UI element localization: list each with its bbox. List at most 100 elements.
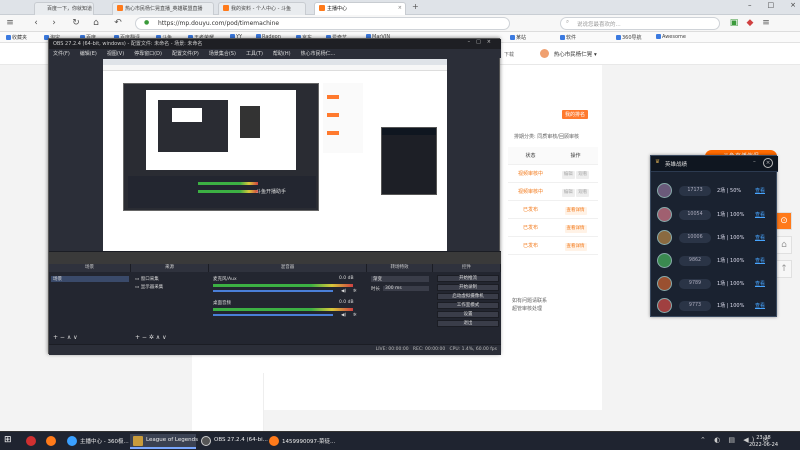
app-icon[interactable] bbox=[26, 436, 36, 446]
preview-mark bbox=[327, 95, 339, 99]
side-card bbox=[192, 373, 264, 433]
close-icon[interactable]: × bbox=[763, 158, 773, 168]
mixer-db: 0.0 dB bbox=[339, 300, 354, 305]
taskbar-item[interactable]: 1459990097-菜徒... bbox=[266, 434, 335, 449]
float-side-button[interactable]: ⌂ bbox=[776, 236, 792, 254]
watch-button[interactable]: 观看 bbox=[576, 189, 590, 197]
source-item[interactable]: ▭ 显示器采集 bbox=[135, 284, 163, 290]
system-clock[interactable]: 23:38 2022-06-24 bbox=[749, 435, 778, 448]
exit-button[interactable]: 退出 bbox=[437, 320, 499, 327]
add-scene-icon[interactable]: + − ∧ ∨ bbox=[53, 334, 78, 341]
browser-tab-active[interactable]: 主播中心 × bbox=[314, 2, 406, 15]
edit-button[interactable]: 编辑 bbox=[561, 189, 575, 197]
taskbar-item[interactable]: 主播中心 - 360极... bbox=[64, 434, 129, 449]
forward-icon[interactable]: › bbox=[48, 17, 60, 29]
menu-item[interactable]: 场景集合(S) bbox=[209, 51, 236, 57]
details-button[interactable]: 查看详情 bbox=[564, 225, 587, 233]
table-row: 已发布 查看详情 bbox=[508, 237, 598, 255]
view-link[interactable]: 查看 bbox=[755, 211, 765, 218]
edit-button[interactable]: 编辑 bbox=[561, 171, 575, 179]
menu-item[interactable]: 视图(V) bbox=[107, 51, 124, 57]
float-side-button[interactable]: ⊙ bbox=[776, 212, 792, 230]
app-icon[interactable] bbox=[46, 436, 56, 446]
download-link[interactable]: 下载 bbox=[504, 51, 514, 58]
back-icon[interactable]: ‹ bbox=[30, 17, 42, 29]
dock-header-scenes: 场景 bbox=[49, 264, 131, 272]
preview-nested-obs: 斗鱼开播助手 bbox=[123, 83, 319, 211]
browser-tab[interactable]: 百度一下，你就知道 bbox=[34, 2, 94, 15]
obs-preview[interactable]: 斗鱼开播助手 bbox=[103, 59, 447, 251]
extension-icon[interactable]: ▣ bbox=[728, 17, 740, 29]
address-bar[interactable]: ● https://mp.douyu.com/pod/timemachine bbox=[135, 17, 510, 30]
search-input[interactable]: ⌕ 说说您最喜欢的... bbox=[560, 17, 720, 30]
virtual-camera-button[interactable]: 启动虚拟摄像机 bbox=[437, 293, 499, 300]
speaker-icon[interactable]: ◀) bbox=[341, 313, 346, 318]
menu-item[interactable]: 热心市民杨仁... bbox=[301, 51, 336, 57]
view-link[interactable]: 查看 bbox=[755, 280, 765, 287]
float-side-button[interactable]: ↑ bbox=[776, 260, 792, 278]
close-icon[interactable]: × bbox=[790, 1, 796, 13]
undo-icon[interactable]: ↶ bbox=[112, 17, 124, 29]
settings-icon[interactable]: ≡ bbox=[760, 17, 772, 29]
menu-item[interactable]: 帮助(H) bbox=[273, 51, 291, 57]
avatar bbox=[657, 276, 672, 291]
watch-button[interactable]: 观看 bbox=[576, 171, 590, 179]
maximize-icon[interactable]: □ bbox=[768, 1, 775, 13]
duration-input[interactable]: 300 ms bbox=[383, 286, 429, 291]
menu-icon[interactable]: ≡ bbox=[4, 17, 16, 29]
menu-item[interactable]: 工具(T) bbox=[246, 51, 263, 57]
view-link[interactable]: 查看 bbox=[755, 187, 765, 194]
bookmark-item[interactable]: 软件 bbox=[560, 34, 576, 41]
speaker-icon[interactable]: ◀) bbox=[341, 289, 346, 294]
reload-icon[interactable]: ↻ bbox=[70, 17, 82, 29]
menu-item[interactable]: 配置文件(P) bbox=[172, 51, 199, 57]
volume-slider[interactable] bbox=[213, 314, 333, 316]
avatar bbox=[657, 253, 672, 268]
obs-window: OBS 27.2.4 (64-bit, windows) - 配置文件: 未命名… bbox=[48, 38, 501, 355]
obs-icon bbox=[201, 436, 211, 446]
trophy-icon: ♛ bbox=[655, 159, 660, 165]
gear-icon[interactable]: ✲ bbox=[353, 289, 357, 294]
volume-slider[interactable] bbox=[213, 290, 333, 292]
obs-window-controls[interactable]: –□× bbox=[468, 39, 497, 45]
bookmark-item[interactable]: 收藏夹 bbox=[6, 34, 27, 41]
bookmark-icon bbox=[560, 35, 565, 40]
bookmark-item[interactable]: Awesome bbox=[656, 34, 686, 40]
details-button[interactable]: 查看详情 bbox=[564, 207, 587, 215]
search-icon: ⌕ bbox=[566, 19, 570, 25]
scene-item[interactable]: 场景 bbox=[51, 276, 129, 282]
bookmark-item[interactable]: 360导航 bbox=[616, 34, 642, 41]
source-item[interactable]: ▭ 窗口采集 bbox=[135, 276, 159, 282]
mixer-channel-label: 麦克风/Aux bbox=[213, 277, 237, 282]
taskbar-item-active[interactable]: League of Legends bbox=[130, 434, 198, 449]
extension-icon[interactable]: ◆ bbox=[744, 17, 756, 29]
menu-item[interactable]: 停靠窗口(D) bbox=[134, 51, 162, 57]
start-streaming-button[interactable]: 开始推流 bbox=[437, 275, 499, 282]
minimize-icon[interactable]: – bbox=[753, 159, 756, 165]
browser-tab[interactable]: 我的资料 - 个人中心 - 斗鱼 bbox=[218, 2, 306, 15]
gear-icon[interactable]: ✲ bbox=[353, 313, 357, 318]
studio-mode-button[interactable]: 工作室模式 bbox=[437, 302, 499, 309]
audio-meter bbox=[213, 308, 353, 311]
details-button[interactable]: 查看详情 bbox=[564, 243, 587, 251]
start-recording-button[interactable]: 开始录制 bbox=[437, 284, 499, 291]
obs-title-bar: OBS 27.2.4 (64-bit, windows) - 配置文件: 未命名… bbox=[49, 39, 501, 49]
close-tab-icon[interactable]: × bbox=[398, 5, 402, 11]
settings-button[interactable]: 设置 bbox=[437, 311, 499, 318]
view-link[interactable]: 查看 bbox=[755, 302, 765, 309]
my-rank-button[interactable]: 我的排名 bbox=[562, 110, 589, 119]
view-link[interactable]: 查看 bbox=[755, 234, 765, 241]
add-source-icon[interactable]: + − ✲ ∧ ∨ bbox=[135, 334, 167, 341]
new-tab-icon[interactable]: + bbox=[412, 2, 419, 11]
taskbar-item[interactable]: OBS 27.2.4 (64-bi... bbox=[198, 434, 268, 449]
browser-tab[interactable]: 热心市民杨仁晃直播_英雄联盟直播 bbox=[112, 2, 214, 15]
menu-item[interactable]: 文件(F) bbox=[53, 51, 70, 57]
transition-select[interactable]: 渐变 bbox=[371, 276, 429, 282]
user-menu[interactable]: 热心市民杨仁晃 ▾ bbox=[540, 49, 597, 58]
view-link[interactable]: 查看 bbox=[755, 257, 765, 264]
menu-item[interactable]: 编辑(E) bbox=[80, 51, 97, 57]
home-icon[interactable]: ⌂ bbox=[90, 17, 102, 29]
start-icon[interactable]: ⊞ bbox=[4, 435, 12, 445]
bookmark-item[interactable]: 某站 bbox=[510, 34, 526, 41]
minimize-icon[interactable]: – bbox=[748, 1, 752, 13]
